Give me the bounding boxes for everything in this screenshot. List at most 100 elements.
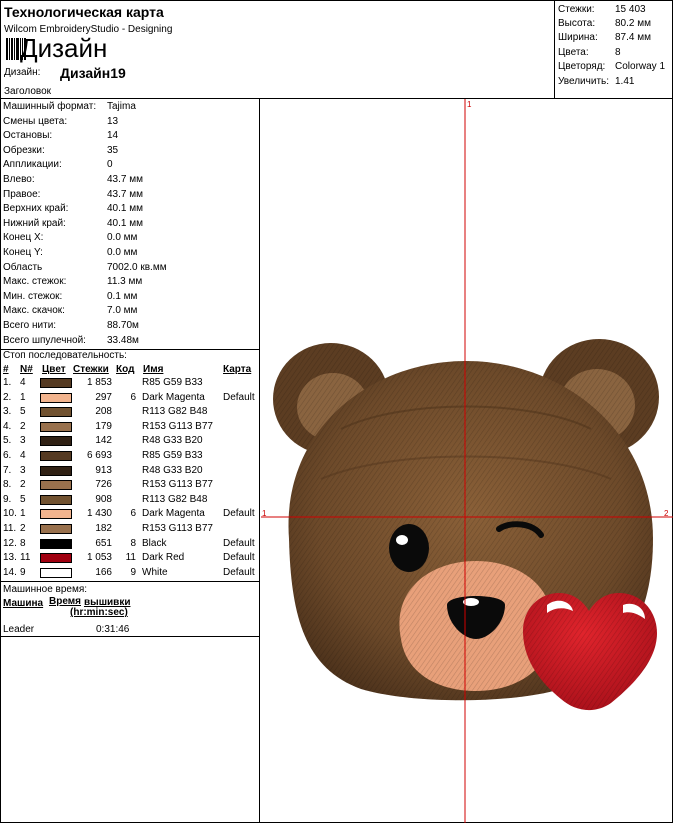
axis-label-right: 2 [664,509,669,518]
design-preview: 1 1 2 [261,99,673,823]
color-code: 8 [130,537,136,549]
row-number: 11. [3,523,17,534]
color-swatch [40,494,72,505]
stitch-count: 1 853 [86,377,112,388]
col-header-stitches: Стежки [73,364,109,375]
table-row: 7. 3 913 R48 G33 B20 [0,464,258,479]
stitch-count: 179 [95,420,112,432]
info-row: Правое: 43.7 мм [3,188,143,200]
stat-colorway: Цветоряд: Colorway 1 [558,61,666,72]
bear-embroidery-image [261,99,673,823]
bear-eye-open [389,524,429,572]
divider [0,581,259,582]
info-row: Всего нити: 88.70м [3,320,139,331]
color-swatch [40,392,72,403]
color-name: Black [142,537,167,549]
needle-number: 5 [20,406,26,418]
stat-height: Высота: 80.2 мм [558,18,651,29]
col-header-color: Цвет [42,364,66,375]
stitch-count: 726 [95,479,112,491]
color-swatch [40,378,72,388]
color-code: 6 [130,508,136,520]
color-chart: Default [223,508,255,520]
stitch-count: 166 [95,566,112,578]
color-name: R153 G113 B77 [142,479,213,491]
color-name: Dark Magenta [142,391,205,403]
table-row: 14. 9 166 9 White Default [0,566,258,581]
row-number: 14. [3,566,17,578]
header-panel: Технологическая карта Wilcom EmbroideryS… [0,0,555,99]
row-number: 6. [3,450,12,461]
stitch-count: 908 [95,493,112,505]
color-name: R48 G33 B20 [142,464,203,476]
table-row: 12. 8 651 8 Black Default [0,537,258,552]
row-number: 12. [3,537,17,549]
info-row: Верхних край: 40.1 мм [3,203,143,215]
table-row: 4. 2 179 R153 G113 B77 [0,420,258,435]
table-row: 13. 11 1 053 11 Dark Red Default [0,551,258,566]
col-header-num: # [3,364,9,375]
stitch-count: 142 [95,435,112,447]
needle-number: 2 [20,420,26,432]
color-code: 6 [130,391,136,403]
color-swatch [40,465,72,476]
stat-stitches: Стежки: 15 403 [558,4,646,15]
color-name: R113 G82 B48 [142,493,208,505]
needle-number: 4 [20,450,26,461]
stitch-count: 1 053 [86,552,112,564]
stitch-count: 182 [95,523,112,534]
color-name: R113 G82 B48 [142,406,208,418]
info-row: Влево: 43.7 мм [3,174,143,185]
stat-zoom: Увеличить: 1.41 [558,76,635,87]
color-swatch [40,436,72,447]
col-header-chart: Карта [223,364,252,375]
table-row: 11. 2 182 R153 G113 B77 [0,522,258,537]
info-row: Мин. стежок: 0.1 мм [3,290,138,302]
table-row: 5. 3 142 R48 G33 B20 [0,434,258,449]
stitch-count: 6 693 [86,450,112,461]
table-row: 9. 5 908 R113 G82 B48 [0,493,258,508]
color-name: R153 G113 B77 [142,523,213,534]
color-name: Dark Magenta [142,508,205,520]
needle-number: 3 [20,464,26,476]
row-number: 8. [3,479,12,491]
row-number: 1. [3,377,12,388]
needle-number: 2 [20,479,26,491]
color-chart: Default [223,537,255,549]
machine-time-row: Leader 0:31:46 [3,624,130,635]
heading-label: Заголовок [4,86,52,97]
color-chart: Default [223,552,255,564]
design-name-large: Дизайн [20,33,108,63]
stats-panel: Стежки: 15 403 Высота: 80.2 мм Ширина: 87.4… [555,0,673,99]
info-row: Конец Y: 0.0 мм [3,247,138,258]
color-name: R85 G59 B33 [142,377,203,388]
table-row: 8. 2 726 R153 G113 B77 [0,478,258,493]
info-row: Область 7002.0 кв.мм [3,261,167,273]
color-code: 9 [130,566,136,578]
color-name: R48 G33 B20 [142,435,203,447]
details-panel: Машинный формат: Tajima Смены цвета: 13 Ос… [0,99,260,823]
color-swatch [40,407,72,418]
info-row: Нижний край: 40.1 мм [3,217,143,229]
page-title: Технологическая карта [4,4,164,20]
info-row: Макс. скачок: 7.0 мм [3,305,138,317]
table-row: 6. 4 6 693 R85 G59 B33 [0,449,258,464]
info-row: Всего шпулечной: 33.48м [3,334,139,346]
stitch-count: 297 [95,391,112,403]
design-label: Дизайн: [4,67,41,78]
color-chart: Default [223,391,255,403]
stitch-count: 1 430 [86,508,112,520]
info-row: Смены цвета: 13 [3,115,119,127]
divider [0,636,259,637]
color-swatch [40,451,72,461]
row-number: 10. [3,508,17,520]
color-name: R153 G113 B77 [142,420,213,432]
row-number: 7. [3,464,12,476]
color-swatch [40,538,72,549]
color-code: 11 [125,552,136,564]
color-swatch [40,509,72,520]
needle-number: 8 [20,537,26,549]
needle-number: 3 [20,435,26,447]
color-swatch [40,480,72,491]
info-row: Макс. стежок: 11.3 мм [3,276,143,288]
